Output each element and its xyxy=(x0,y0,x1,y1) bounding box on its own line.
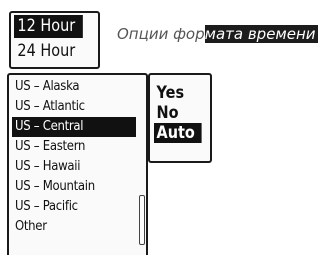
time-format-menu: 12 Hour 24 Hour xyxy=(9,11,100,69)
option-us-pacific[interactable]: US – Pacific xyxy=(12,197,136,217)
option-us-mountain[interactable]: US – Mountain xyxy=(12,177,136,197)
option-24-hour[interactable]: 24 Hour xyxy=(14,40,83,63)
timezone-scrollbar[interactable] xyxy=(139,195,145,245)
caption-part-1: Опции фор xyxy=(117,25,205,43)
option-us-alaska[interactable]: US – Alaska xyxy=(12,77,136,97)
option-12-hour[interactable]: 12 Hour xyxy=(14,15,83,38)
option-us-atlantic[interactable]: US – Atlantic xyxy=(12,97,136,117)
option-yes[interactable]: Yes xyxy=(154,83,198,103)
option-no[interactable]: No xyxy=(154,103,198,123)
option-us-central[interactable]: US – Central xyxy=(12,117,136,137)
timezone-list: US – Alaska US – Atlantic US – Central U… xyxy=(12,77,136,237)
time-format-caption: Опции формата времени xyxy=(117,24,318,44)
option-other[interactable]: Other xyxy=(12,217,136,237)
caption-part-2: мата времени xyxy=(204,25,318,43)
option-us-hawaii[interactable]: US – Hawaii xyxy=(12,157,136,177)
option-us-eastern[interactable]: US – Eastern xyxy=(12,137,136,157)
option-auto[interactable]: Auto xyxy=(154,123,202,143)
daylight-saving-menu: Yes No Auto xyxy=(148,73,212,163)
timezone-menu: US – Alaska US – Atlantic US – Central U… xyxy=(7,73,148,255)
